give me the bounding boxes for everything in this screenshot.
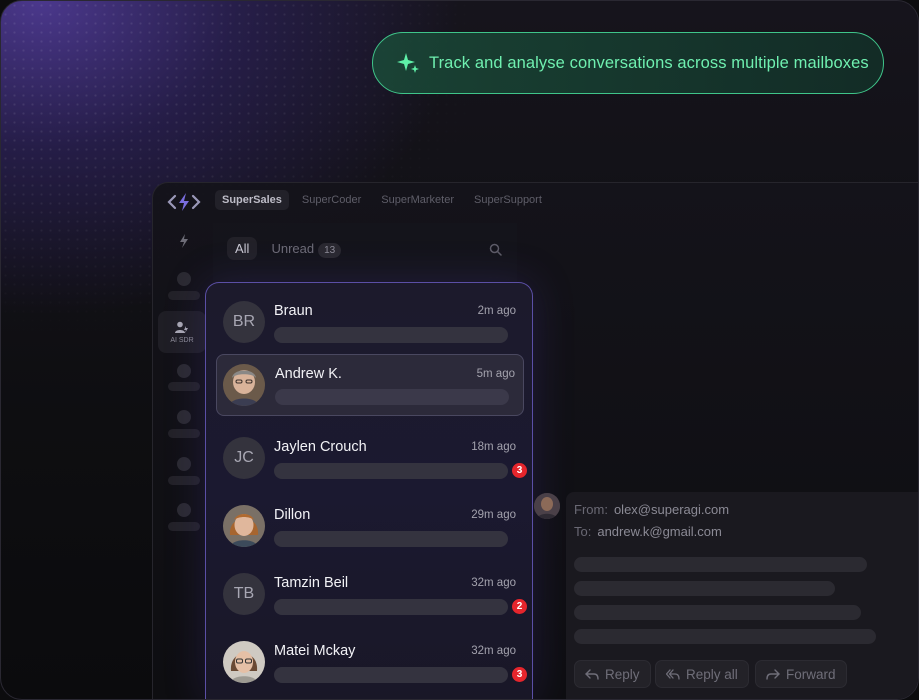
banner-text: Track and analyse conversations across m… xyxy=(429,53,869,72)
unread-badge: 2 xyxy=(512,599,527,614)
message-preview xyxy=(274,667,508,683)
person-photo-icon xyxy=(223,641,265,683)
tab-supersales[interactable]: SuperSales xyxy=(215,190,289,210)
reply-button[interactable]: Reply xyxy=(574,660,651,688)
filter-unread-label: Unread xyxy=(271,241,315,256)
message-preview xyxy=(274,327,508,343)
rail-item-label xyxy=(168,382,200,391)
contact-name: Braun xyxy=(274,303,313,319)
from-address: olex@superagi.com xyxy=(613,502,730,517)
tab-supersupport[interactable]: SuperSupport xyxy=(467,190,549,210)
email-body-line xyxy=(574,605,861,620)
timestamp: 5m ago xyxy=(476,368,515,380)
product-tabs: SuperSales SuperCoder SuperMarketer Supe… xyxy=(215,190,549,210)
brand-logo xyxy=(167,193,201,211)
conversation-list: BR Braun 2m ago Andrew K. 5m ago JC Jayl… xyxy=(205,282,533,699)
contact-name: Dillon xyxy=(274,507,311,523)
sender-avatar xyxy=(534,493,560,519)
avatar: JC xyxy=(223,437,265,479)
rail-item-label xyxy=(168,522,200,531)
contact-name: Jaylen Crouch xyxy=(274,439,367,455)
app-frame: Track and analyse conversations across m… xyxy=(0,0,919,700)
feature-banner: Track and analyse conversations across m… xyxy=(372,32,884,94)
person-photo-icon xyxy=(223,364,265,406)
bolt-icon[interactable] xyxy=(177,233,191,249)
timestamp: 18m ago xyxy=(471,441,516,453)
person-photo-icon xyxy=(534,493,560,519)
rail-item-icon[interactable] xyxy=(177,503,191,517)
conversation-row[interactable]: Dillon 29m ago xyxy=(216,493,524,555)
rail-item-ai-sdr[interactable]: AI SDR xyxy=(158,311,206,353)
contact-name: Andrew K. xyxy=(275,366,342,382)
message-preview xyxy=(274,463,508,479)
conversation-row[interactable]: Matei Mckay 32m ago 3 xyxy=(216,629,527,691)
from-label: From: xyxy=(574,502,608,517)
search-icon[interactable] xyxy=(489,243,502,256)
avatar xyxy=(223,641,265,683)
email-to: To: andrew.k@gmail.com xyxy=(574,524,722,539)
timestamp: 2m ago xyxy=(477,305,516,317)
contact-name: Matei Mckay xyxy=(274,643,356,659)
message-preview xyxy=(274,531,508,547)
reply-label: Reply xyxy=(605,666,640,682)
rail-item-label xyxy=(168,291,200,300)
message-preview xyxy=(275,389,509,405)
avatar: TB xyxy=(223,573,265,615)
forward-label: Forward xyxy=(786,666,836,682)
inbox-filters: All Unread 13 xyxy=(227,237,349,260)
filter-unread[interactable]: Unread 13 xyxy=(263,237,349,260)
avatar xyxy=(223,505,265,547)
timestamp: 29m ago xyxy=(471,509,516,521)
timestamp: 32m ago xyxy=(471,577,516,589)
rail-item-icon[interactable] xyxy=(177,364,191,378)
unread-badge: 3 xyxy=(512,667,527,682)
reply-icon xyxy=(585,669,599,680)
rail-item-label xyxy=(168,476,200,485)
to-label: To: xyxy=(574,524,592,539)
email-body-line xyxy=(574,557,867,572)
person-photo-icon xyxy=(223,505,265,547)
forward-icon xyxy=(766,669,780,680)
to-address: andrew.k@gmail.com xyxy=(597,524,722,539)
user-bolt-icon xyxy=(175,321,188,333)
email-from: From: olex@superagi.com xyxy=(574,502,729,517)
email-body-line xyxy=(574,581,835,596)
avatar xyxy=(223,364,265,406)
reply-all-icon xyxy=(666,669,680,680)
email-body-line xyxy=(574,629,876,644)
reply-all-label: Reply all xyxy=(686,666,738,682)
unread-count-badge: 13 xyxy=(318,243,342,258)
sparkle-icon xyxy=(397,53,419,73)
message-preview xyxy=(274,599,508,615)
rail-item-icon[interactable] xyxy=(177,272,191,286)
conversation-row-selected[interactable]: Andrew K. 5m ago xyxy=(216,354,524,416)
timestamp: 32m ago xyxy=(471,645,516,657)
contact-name: Tamzin Beil xyxy=(274,575,349,591)
filter-all[interactable]: All xyxy=(227,237,258,260)
rail-item-label xyxy=(168,429,200,438)
avatar: BR xyxy=(223,301,265,343)
rail-item-icon[interactable] xyxy=(177,410,191,424)
tab-supermarketer[interactable]: SuperMarketer xyxy=(374,190,461,210)
conversation-row[interactable]: BR Braun 2m ago xyxy=(216,289,524,351)
conversation-row[interactable]: JC Jaylen Crouch 18m ago 3 xyxy=(216,425,527,487)
forward-button[interactable]: Forward xyxy=(755,660,847,688)
rail-item-icon[interactable] xyxy=(177,457,191,471)
conversation-row[interactable]: TB Tamzin Beil 32m ago 2 xyxy=(216,561,527,623)
tab-supercoder[interactable]: SuperCoder xyxy=(295,190,368,210)
reply-all-button[interactable]: Reply all xyxy=(655,660,749,688)
unread-badge: 3 xyxy=(512,463,527,478)
rail-item-label: AI SDR xyxy=(170,336,194,344)
